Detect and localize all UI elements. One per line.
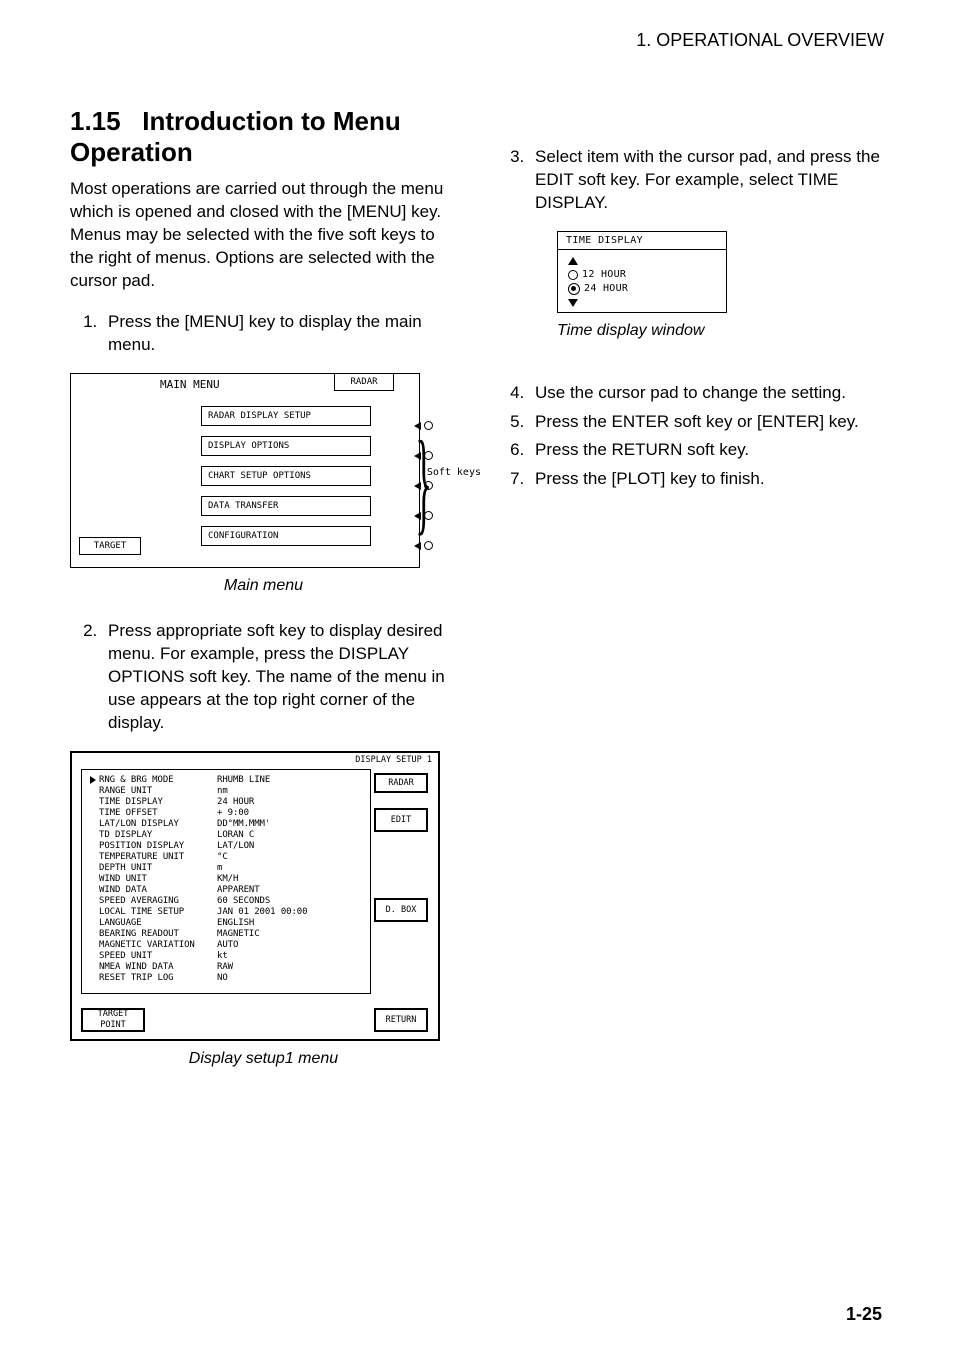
- triangle-up-icon[interactable]: [568, 257, 578, 265]
- main-menu-title: MAIN MENU: [160, 378, 220, 391]
- step-7: Press the [PLOT] key to finish.: [529, 468, 884, 491]
- main-menu-radar-tab: RADAR: [334, 374, 394, 391]
- do-soft-edit-btn[interactable]: EDIT: [374, 808, 428, 832]
- do-row[interactable]: POSITION DISPLAYLAT/LON: [90, 840, 362, 851]
- section-number: 1.15: [70, 106, 121, 136]
- do-row[interactable]: WIND DATAAPPARENT: [90, 884, 362, 895]
- steps-list-right-1: Select item with the cursor pad, and pre…: [497, 146, 884, 215]
- do-row[interactable]: LANGUAGEENGLISH: [90, 917, 362, 928]
- do-soft-dbox-btn[interactable]: D. BOX: [374, 898, 428, 922]
- do-soft-return-btn[interactable]: RETURN: [374, 1008, 428, 1032]
- do-row[interactable]: SPEED AVERAGING60 SECONDS: [90, 895, 362, 906]
- do-soft-radar-btn[interactable]: RADAR: [374, 773, 428, 793]
- do-row[interactable]: TIME DISPLAY24 HOUR: [90, 796, 362, 807]
- do-row[interactable]: TEMPERATURE UNIT°C: [90, 851, 362, 862]
- mm-target-btn[interactable]: TARGET: [79, 537, 141, 555]
- cursorpad-figure: TIME DISPLAY 12 HOUR 24 HOUR Time displa…: [497, 231, 884, 342]
- mm-btn-3[interactable]: DATA TRANSFER: [201, 496, 371, 516]
- radio-selected-icon[interactable]: [568, 283, 580, 295]
- section-heading: 1.15 Introduction to Menu Operation: [70, 106, 457, 168]
- mm-btn-4[interactable]: CONFIGURATION: [201, 526, 371, 546]
- triangle-right-icon: [90, 776, 96, 784]
- do-row[interactable]: BEARING READOUTMAGNETIC: [90, 928, 362, 939]
- do-row[interactable]: TIME OFFSET+ 9:00: [90, 807, 362, 818]
- step-4: Use the cursor pad to change the setting…: [529, 382, 884, 405]
- left-column: 1.15 Introduction to Menu Operation Most…: [70, 96, 457, 1094]
- do-row[interactable]: RESET TRIP LOGNO: [90, 972, 362, 983]
- do-row[interactable]: TD DISPLAYLORAN C: [90, 829, 362, 840]
- main-menu-caption: Main menu: [70, 576, 457, 597]
- do-row[interactable]: MAGNETIC VARIATIONAUTO: [90, 939, 362, 950]
- do-row[interactable]: NMEA WIND DATARAW: [90, 961, 362, 972]
- do-row[interactable]: LOCAL TIME SETUPJAN 01 2001 00:00: [90, 906, 362, 917]
- do-row[interactable]: RANGE UNITnm: [90, 785, 362, 796]
- do-row[interactable]: SPEED UNITkt: [90, 950, 362, 961]
- page-header: 1. OPERATIONAL OVERVIEW: [70, 30, 884, 51]
- do-row[interactable]: LAT/LON DISPLAYDD°MM.MMM': [90, 818, 362, 829]
- step-5: Press the ENTER soft key or [ENTER] key.: [529, 411, 884, 434]
- time-display-window: TIME DISPLAY 12 HOUR 24 HOUR: [557, 231, 727, 313]
- option-12hour: 12 HOUR: [582, 269, 626, 280]
- option-24hour: 24 HOUR: [584, 283, 628, 294]
- step-2: Press appropriate soft key to display de…: [102, 620, 457, 735]
- step-1: Press the [MENU] key to display the main…: [102, 311, 457, 357]
- brace-icon: }: [415, 414, 432, 549]
- radio-unselected-icon[interactable]: [568, 270, 578, 280]
- page-number: 1-25: [846, 1304, 882, 1325]
- do-row[interactable]: DEPTH UNITm: [90, 862, 362, 873]
- do-target-point-btn[interactable]: TARGET POINT: [81, 1008, 145, 1032]
- display-options-figure: DISPLAY SETUP 1 RNG & BRG MODERHUMB LINE…: [70, 751, 457, 1070]
- mm-btn-1[interactable]: DISPLAY OPTIONS: [201, 436, 371, 456]
- main-menu-figure: MAIN MENU RADAR RADAR DISPLAY SETUP DISP…: [70, 373, 457, 597]
- do-row[interactable]: RNG & BRG MODERHUMB LINE: [90, 774, 362, 785]
- cursorpad-caption: Time display window: [557, 321, 884, 342]
- mm-btn-0[interactable]: RADAR DISPLAY SETUP: [201, 406, 371, 426]
- display-options-panel: DISPLAY SETUP 1 RNG & BRG MODERHUMB LINE…: [70, 751, 440, 1041]
- mm-btn-2[interactable]: CHART SETUP OPTIONS: [201, 466, 371, 486]
- step-6: Press the RETURN soft key.: [529, 439, 884, 462]
- step-3: Select item with the cursor pad, and pre…: [529, 146, 884, 215]
- softkeys-label: Soft keys: [427, 467, 481, 478]
- time-display-header: TIME DISPLAY: [558, 232, 726, 250]
- steps-list-left-2: Press appropriate soft key to display de…: [70, 620, 457, 735]
- right-column: Select item with the cursor pad, and pre…: [497, 96, 884, 1094]
- menu-name-label: DISPLAY SETUP 1: [355, 755, 432, 765]
- steps-list-right-2: Use the cursor pad to change the setting…: [497, 382, 884, 492]
- do-row[interactable]: WIND UNITKM/H: [90, 873, 362, 884]
- display-options-caption: Display setup1 menu: [70, 1049, 457, 1070]
- main-menu-panel: MAIN MENU RADAR RADAR DISPLAY SETUP DISP…: [70, 373, 420, 568]
- display-options-inner: RNG & BRG MODERHUMB LINE RANGE UNITnm TI…: [81, 769, 371, 994]
- triangle-down-icon[interactable]: [568, 299, 578, 307]
- steps-list-left-1: Press the [MENU] key to display the main…: [70, 311, 457, 357]
- intro-paragraph: Most operations are carried out through …: [70, 178, 457, 293]
